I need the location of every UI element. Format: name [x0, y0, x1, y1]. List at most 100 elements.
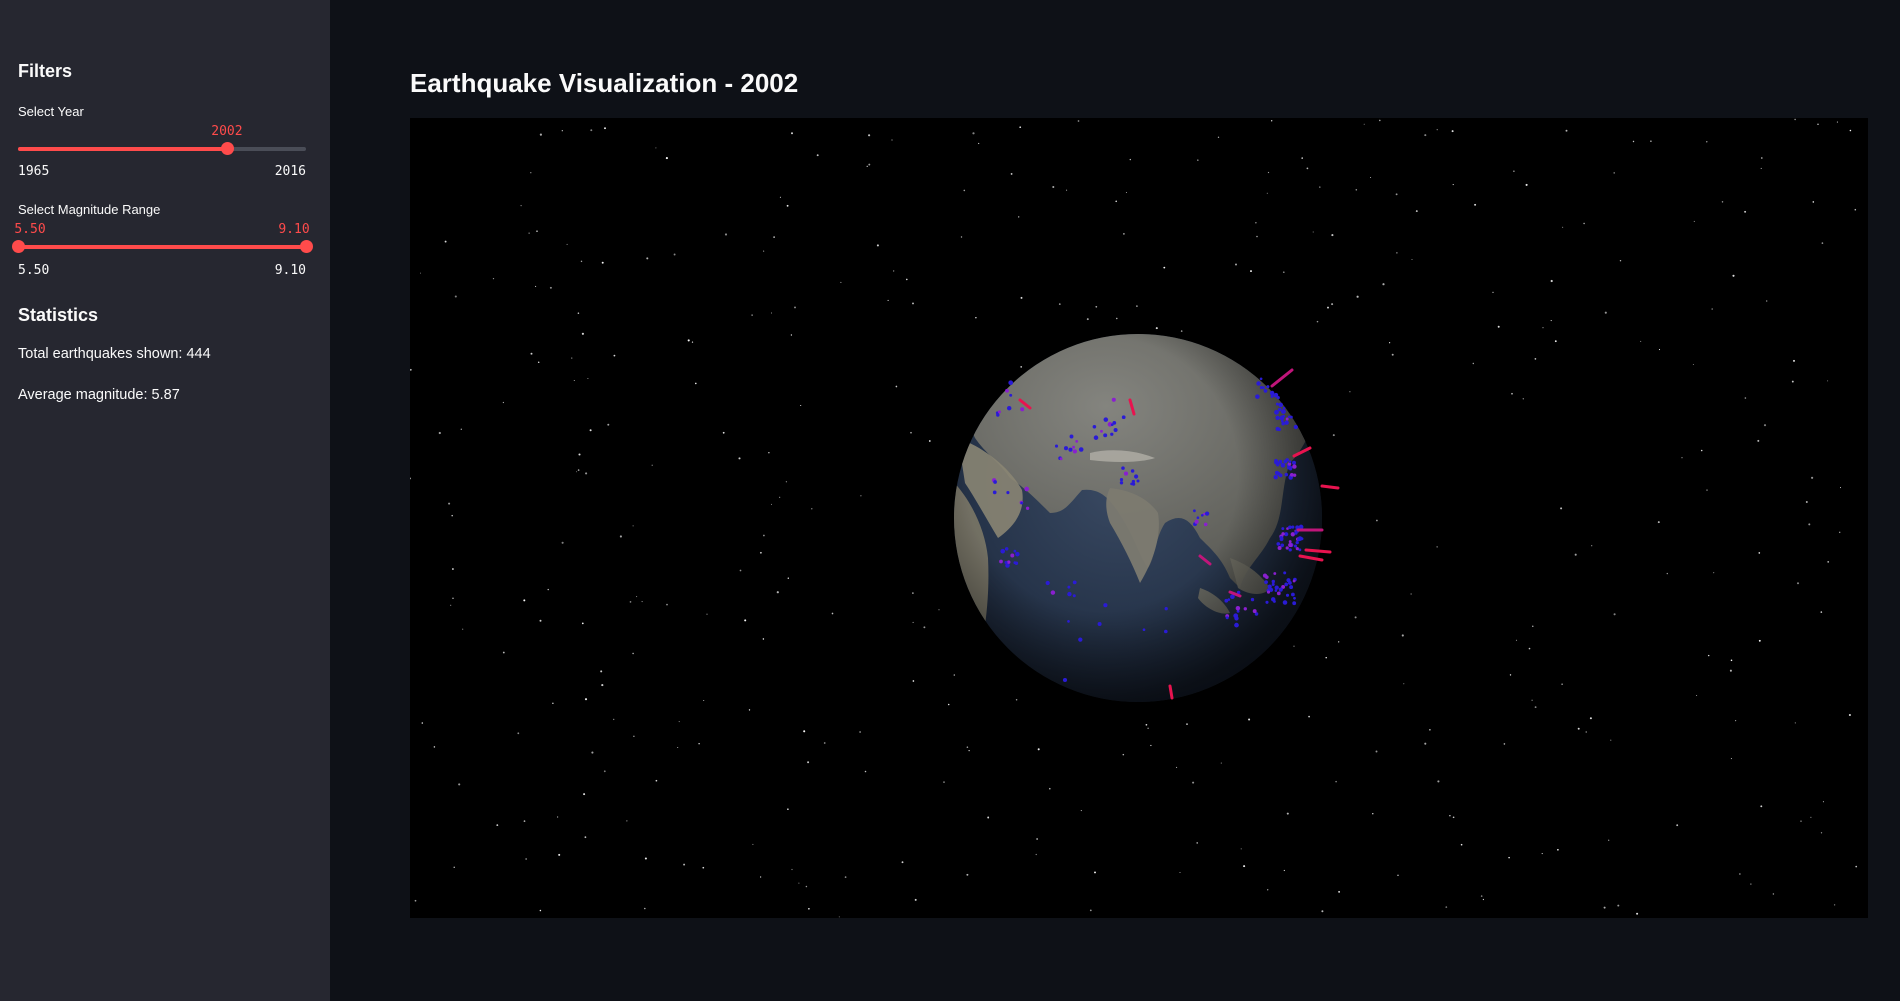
- star: [1542, 327, 1544, 329]
- star: [613, 354, 616, 357]
- star: [1058, 303, 1061, 305]
- star: [1848, 713, 1851, 717]
- earthquake-dot: [1292, 460, 1296, 465]
- earthquake-spike: [1320, 484, 1340, 490]
- star: [912, 680, 915, 682]
- star: [912, 302, 914, 305]
- filters-heading: Filters: [18, 61, 73, 81]
- star: [581, 622, 584, 625]
- star: [1713, 572, 1715, 574]
- star: [1603, 906, 1606, 909]
- star: [1095, 305, 1098, 308]
- star: [1452, 816, 1455, 819]
- star: [1248, 718, 1251, 721]
- star: [1286, 812, 1289, 815]
- earthquake-dot: [1274, 589, 1278, 592]
- earthquake-dot: [1284, 472, 1289, 477]
- year-slider-thumb[interactable]: [220, 142, 234, 155]
- star: [912, 621, 914, 623]
- star: [1018, 216, 1020, 218]
- star: [794, 306, 796, 309]
- magnitude-slider-high-thumb[interactable]: [300, 240, 313, 253]
- star: [1391, 353, 1394, 356]
- star: [739, 569, 742, 572]
- star: [633, 735, 635, 738]
- year-slider[interactable]: [18, 141, 306, 157]
- globe-canvas[interactable]: [410, 118, 1868, 918]
- earthquake-dot: [1273, 572, 1277, 575]
- star: [580, 260, 583, 263]
- star: [928, 440, 931, 442]
- star: [573, 379, 575, 382]
- star: [923, 626, 926, 629]
- earthquake-dot: [1274, 458, 1278, 463]
- star: [421, 722, 424, 724]
- magnitude-slider-low-thumb[interactable]: [12, 240, 25, 253]
- star: [901, 861, 904, 864]
- star: [539, 619, 542, 622]
- star: [1308, 715, 1310, 718]
- earthquake-dot: [1203, 522, 1208, 527]
- star: [1255, 222, 1257, 224]
- star: [655, 147, 657, 149]
- star: [1760, 157, 1763, 159]
- star: [641, 601, 643, 603]
- star: [571, 357, 573, 359]
- star: [1522, 398, 1524, 400]
- magnitude-slider-min: 5.50: [18, 263, 50, 278]
- star: [1267, 171, 1270, 174]
- star: [1800, 820, 1802, 822]
- earthquake-dot: [1274, 470, 1280, 475]
- earthquake-dot: [1281, 532, 1285, 536]
- globe-visualization[interactable]: [410, 118, 1868, 918]
- star: [1730, 758, 1732, 760]
- star: [1534, 706, 1537, 709]
- star: [1604, 311, 1607, 314]
- star: [677, 746, 679, 749]
- star: [1235, 263, 1237, 266]
- star: [691, 341, 694, 343]
- magnitude-slider[interactable]: [12, 239, 313, 255]
- star: [1554, 340, 1557, 343]
- star: [1758, 552, 1761, 554]
- star: [1810, 816, 1812, 819]
- earthquake-dot: [1288, 465, 1293, 470]
- star: [1827, 561, 1830, 563]
- earthquake-dot: [1006, 491, 1010, 495]
- star: [1735, 720, 1737, 722]
- star: [1176, 766, 1178, 768]
- star: [960, 236, 963, 238]
- star: [587, 377, 589, 380]
- earthquake-dot: [1293, 596, 1296, 600]
- earthquake-dot: [1295, 540, 1299, 545]
- star: [525, 858, 527, 860]
- star: [1511, 392, 1513, 395]
- earthquake-dot: [1045, 580, 1050, 586]
- star: [947, 703, 950, 706]
- star: [1676, 824, 1679, 827]
- star: [1706, 489, 1708, 491]
- star: [966, 873, 969, 876]
- star: [549, 286, 552, 289]
- star: [566, 243, 568, 245]
- star: [1424, 134, 1427, 137]
- earthquake-dot: [1265, 600, 1269, 604]
- star: [530, 352, 533, 355]
- earthquake-dot: [1262, 386, 1265, 389]
- star: [575, 471, 578, 473]
- earthquake-dot: [1072, 594, 1076, 598]
- earthquake-dot: [1287, 580, 1292, 585]
- globe: [954, 334, 1322, 702]
- earthquake-dot: [1278, 402, 1283, 408]
- earthquake-dot: [992, 490, 997, 495]
- star: [1356, 295, 1359, 298]
- earthquake-dot: [1283, 571, 1287, 575]
- star: [1692, 363, 1694, 366]
- star: [451, 568, 454, 570]
- earthquake-dot: [1204, 511, 1210, 516]
- earthquake-dot: [1289, 472, 1294, 477]
- earthquake-dot: [1024, 486, 1030, 492]
- star: [1301, 157, 1303, 159]
- year-slider-max: 2016: [274, 164, 306, 179]
- star: [891, 139, 893, 141]
